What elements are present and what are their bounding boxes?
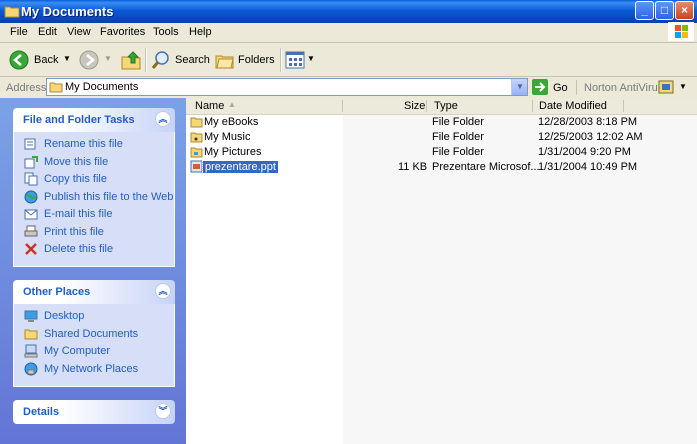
computer-icon xyxy=(24,344,38,358)
email-icon xyxy=(24,209,38,220)
close-button[interactable]: × xyxy=(675,1,694,20)
windows-logo-icon xyxy=(668,22,694,41)
menu-favorites[interactable]: Favorites xyxy=(100,26,145,38)
collapse-chevron-icon[interactable]: ︽ xyxy=(155,111,171,127)
views-button[interactable]: ▼ xyxy=(285,49,315,71)
other-places-header[interactable]: Other Places ︽ xyxy=(13,280,175,304)
address-value: My Documents xyxy=(65,81,139,93)
up-folder-icon[interactable] xyxy=(120,49,142,71)
move-icon xyxy=(24,156,38,169)
other-places-body: Desktop Shared Documents My Computer My … xyxy=(13,304,175,387)
menu-edit[interactable]: Edit xyxy=(38,26,57,38)
collapse-chevron-icon[interactable]: ︽ xyxy=(155,283,171,299)
panel-title: Details xyxy=(23,406,60,418)
search-button[interactable]: Search xyxy=(150,47,210,73)
panel-title: File and Folder Tasks xyxy=(23,114,135,126)
panel-title: Other Places xyxy=(23,286,91,298)
back-button[interactable]: Back ▼ xyxy=(6,47,72,73)
folders-button[interactable]: Folders xyxy=(214,47,276,73)
list-item-selected[interactable]: prezentare.ppt 11 KB Prezentare Microsof… xyxy=(186,160,697,175)
chevron-down-icon[interactable]: ▼ xyxy=(63,54,71,63)
address-bar: Address My Documents ▼ Go Norton AntiVir… xyxy=(0,77,697,99)
column-name[interactable]: Name xyxy=(195,100,224,112)
column-date-modified[interactable]: Date Modified xyxy=(539,100,607,112)
delete-x-icon xyxy=(25,243,37,255)
shared-folder-icon xyxy=(24,329,38,340)
folder-icon xyxy=(4,6,20,18)
globe-icon xyxy=(24,190,38,204)
title-bar[interactable]: My Documents _ □ × xyxy=(0,0,697,23)
back-arrow-icon xyxy=(9,50,29,70)
back-label: Back xyxy=(34,54,59,66)
list-item[interactable]: My Pictures File Folder 1/31/2004 9:20 P… xyxy=(186,145,697,160)
folder-icon xyxy=(49,82,63,93)
toolbar: Back ▼ ▼ Search Folders ▼ xyxy=(0,43,697,77)
go-button[interactable]: Go xyxy=(532,78,570,96)
list-header: Name ▲ Size Type Date Modified xyxy=(186,98,697,115)
forward-arrow-icon xyxy=(79,50,99,70)
powerpoint-file-icon xyxy=(190,160,203,173)
folders-icon xyxy=(215,55,234,69)
printer-icon xyxy=(24,225,38,237)
sort-ascending-icon: ▲ xyxy=(228,100,236,109)
folder-icon xyxy=(190,117,203,128)
list-item[interactable]: My Music File Folder 12/25/2003 12:02 AM xyxy=(186,130,697,145)
column-size[interactable]: Size xyxy=(404,100,425,112)
task-pane: File and Folder Tasks ︽ Rename this file… xyxy=(0,98,186,444)
address-dropdown-button[interactable]: ▼ xyxy=(511,79,527,95)
go-label: Go xyxy=(553,82,568,94)
norton-antivirus-label[interactable]: Norton AntiVirus xyxy=(584,82,663,94)
minimize-button[interactable]: _ xyxy=(635,1,654,20)
norton-icon[interactable] xyxy=(658,79,674,95)
details-header[interactable]: Details ︾ xyxy=(13,400,175,424)
pictures-folder-icon xyxy=(190,147,203,158)
chevron-down-icon[interactable]: ▼ xyxy=(104,54,112,63)
file-folder-tasks-body: Rename this file Move this file Copy thi… xyxy=(13,132,175,267)
go-arrow-icon xyxy=(532,79,548,95)
menu-file[interactable]: File xyxy=(10,26,28,38)
folders-label: Folders xyxy=(238,54,275,66)
chevron-down-icon: ▼ xyxy=(516,82,524,91)
file-folder-tasks-header[interactable]: File and Folder Tasks ︽ xyxy=(13,108,175,132)
forward-button[interactable]: ▼ xyxy=(78,47,112,73)
window-title: My Documents xyxy=(21,4,114,19)
menu-help[interactable]: Help xyxy=(189,26,212,38)
expand-chevron-icon[interactable]: ︾ xyxy=(155,403,171,419)
network-icon xyxy=(24,362,38,376)
chevron-down-icon[interactable]: ▼ xyxy=(307,54,315,63)
search-icon xyxy=(151,51,169,69)
search-label: Search xyxy=(175,54,210,66)
menu-bar: File Edit View Favorites Tools Help xyxy=(0,23,697,43)
maximize-button[interactable]: □ xyxy=(655,1,674,20)
chevron-down-icon[interactable]: ▼ xyxy=(679,82,687,91)
list-item[interactable]: My eBooks File Folder 12/28/2003 8:18 PM xyxy=(186,115,697,130)
column-type[interactable]: Type xyxy=(434,100,458,112)
views-icon xyxy=(285,51,305,69)
desktop-icon xyxy=(24,310,38,322)
menu-view[interactable]: View xyxy=(67,26,91,38)
copy-icon xyxy=(24,172,38,186)
rename-icon xyxy=(24,138,36,150)
music-folder-icon xyxy=(190,132,203,143)
menu-tools[interactable]: Tools xyxy=(153,26,179,38)
address-label: Address xyxy=(6,82,47,94)
address-input[interactable]: My Documents ▼ xyxy=(46,78,528,96)
